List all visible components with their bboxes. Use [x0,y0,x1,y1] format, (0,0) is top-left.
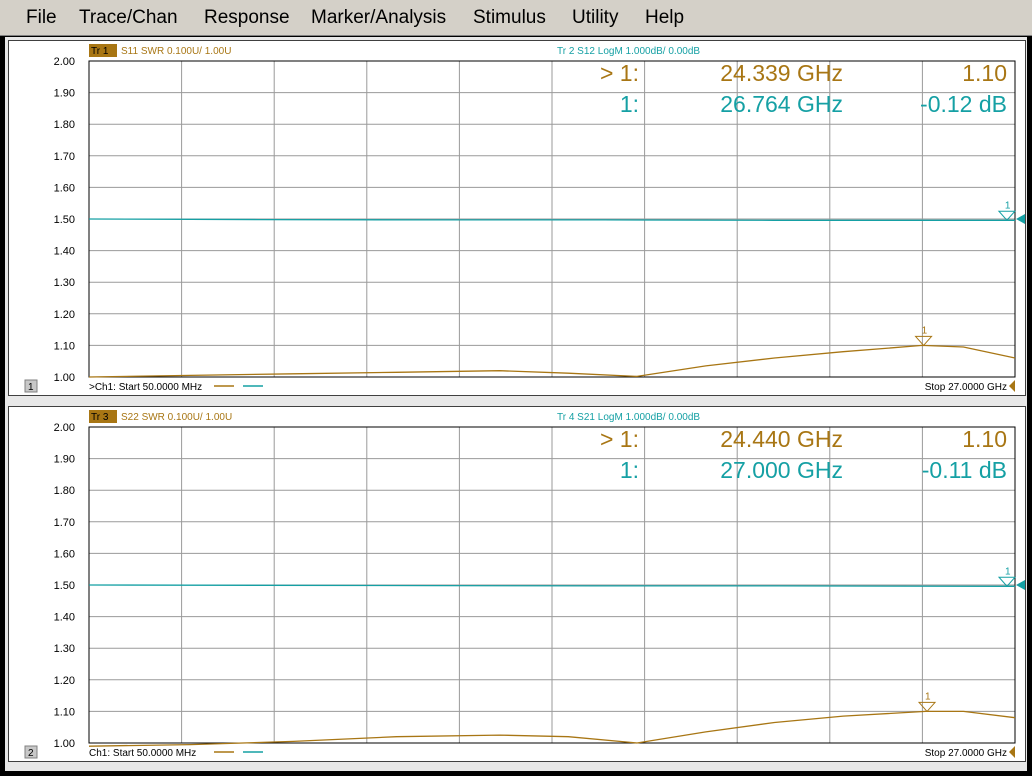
y-tick-label: 1.70 [54,517,75,529]
start-frequency: Ch1: Start 50.0000 MHz [89,748,196,759]
trace-secondary-label: Tr 2 S12 LogM 1.000dB/ 0.00dB [557,46,700,57]
scroll-arrow-icon [1009,746,1015,758]
y-tick-label: 1.10 [54,340,75,352]
marker-number: 1 [922,325,928,336]
y-tick-label: 2.00 [54,56,75,68]
marker-readout-freq: 26.764 GHz [720,91,843,117]
marker-readout-freq: 24.339 GHz [720,60,843,86]
menu-marker-analysis[interactable]: Marker/Analysis [311,7,446,29]
trace-primary-label: S22 SWR 0.100U/ 1.00U [121,412,232,423]
marker-readout-value: 1.10 [962,426,1007,452]
y-tick-label: 1.30 [54,277,75,289]
reference-arrow [1016,580,1025,590]
marker-readout-prefix: > 1: [600,60,639,86]
channel-window-1[interactable]: 2.00 1.90 1.80 1.70 1.60 1.50 1.40 1.30 1.20 1.10… [8,40,1026,396]
menu-stimulus[interactable]: Stimulus [473,7,546,29]
marker-readout-value: -0.11 dB [922,457,1007,483]
marker-number: 1 [1005,200,1011,211]
y-tick-label: 1.80 [54,119,75,131]
stop-frequency: Stop 27.0000 GHz [925,382,1007,393]
menu-bar: File Trace/Chan Response Marker/Analysis… [0,0,1032,36]
y-tick-label: 1.90 [54,88,75,100]
y-tick-label: 2.00 [54,422,75,434]
y-tick-label: 1.60 [54,548,75,560]
y-tick-label: 1.00 [54,372,75,384]
marker-readout-prefix: > 1: [600,426,639,452]
trace-secondary-label: Tr 4 S21 LogM 1.000dB/ 0.00dB [557,412,700,423]
reference-arrow [1016,214,1025,224]
marker-number: 1 [1005,566,1011,577]
plot-svg-2: 2.00 1.90 1.80 1.70 1.60 1.50 1.40 1.30 1.20 1.10… [24,410,1025,759]
menu-response[interactable]: Response [204,7,290,29]
menu-help[interactable]: Help [645,7,684,29]
start-frequency: >Ch1: Start 50.0000 MHz [89,382,202,393]
y-tick-label: 1.40 [54,246,75,258]
plot-svg-1: 2.00 1.90 1.80 1.70 1.60 1.50 1.40 1.30 1.20 1.10… [24,44,1025,393]
y-tick-label: 1.20 [54,675,75,687]
window-number: 1 [28,382,34,393]
menu-utility[interactable]: Utility [572,7,618,29]
y-tick-label: 1.50 [54,214,75,226]
marker-readout-value: 1.10 [962,60,1007,86]
marker-readout-freq: 27.000 GHz [720,457,843,483]
y-tick-label: 1.80 [54,485,75,497]
marker-readout-prefix: 1: [620,457,639,483]
y-tick-label: 1.10 [54,706,75,718]
marker-readout-prefix: 1: [620,91,639,117]
y-tick-label: 1.20 [54,309,75,321]
marker-readout-value: -0.12 dB [920,91,1007,117]
trace-primary-tag: Tr 1 [91,46,109,57]
marker-number: 1 [925,691,931,702]
menu-trace-chan[interactable]: Trace/Chan [79,7,178,29]
marker-triangle [917,701,937,713]
trace-primary-label: S11 SWR 0.100U/ 1.00U [121,46,231,57]
menu-file[interactable]: File [26,7,57,29]
window-number: 2 [28,748,34,759]
y-tick-label: 1.90 [54,454,75,466]
y-tick-label: 1.40 [54,612,75,624]
y-tick-label: 1.60 [54,182,75,194]
y-tick-label: 1.00 [54,738,75,750]
y-tick-label: 1.70 [54,151,75,163]
channel-window-2[interactable]: 2.00 1.90 1.80 1.70 1.60 1.50 1.40 1.30 1.20 1.10… [8,406,1026,762]
y-tick-label: 1.30 [54,643,75,655]
y-tick-label: 1.50 [54,580,75,592]
trace-primary-tag: Tr 3 [91,412,109,423]
marker-readout-freq: 24.440 GHz [720,426,843,452]
stop-frequency: Stop 27.0000 GHz [925,748,1007,759]
scroll-arrow-icon [1009,380,1015,392]
marker-triangle [914,335,933,347]
